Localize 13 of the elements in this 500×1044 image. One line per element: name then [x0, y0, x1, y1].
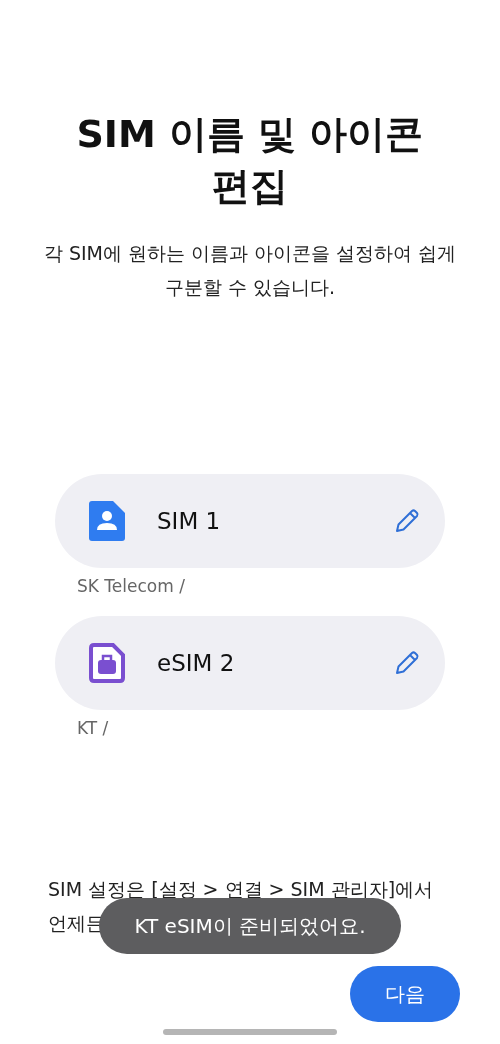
next-button[interactable]: 다음	[350, 966, 460, 1022]
sim-name: eSIM 2	[157, 650, 236, 676]
sim-card[interactable]: eSIM 2	[55, 616, 445, 710]
carrier-label: SK Telecom /	[77, 576, 186, 596]
sim-card[interactable]: SIM 1	[55, 474, 445, 568]
page-title: SIM 이름 및 아이콘 편집	[75, 111, 425, 210]
pencil-icon[interactable]	[393, 649, 421, 677]
pencil-icon[interactable]	[393, 507, 421, 535]
carrier-label: KT /	[77, 718, 110, 738]
person-icon[interactable]	[89, 501, 125, 541]
briefcase-icon[interactable]	[89, 643, 125, 683]
description: 각 SIM에 원하는 이름과 아이콘을 설정하여 쉽게 구분할 수 있습니다.	[42, 241, 458, 300]
sim-name: SIM 1	[157, 508, 222, 534]
